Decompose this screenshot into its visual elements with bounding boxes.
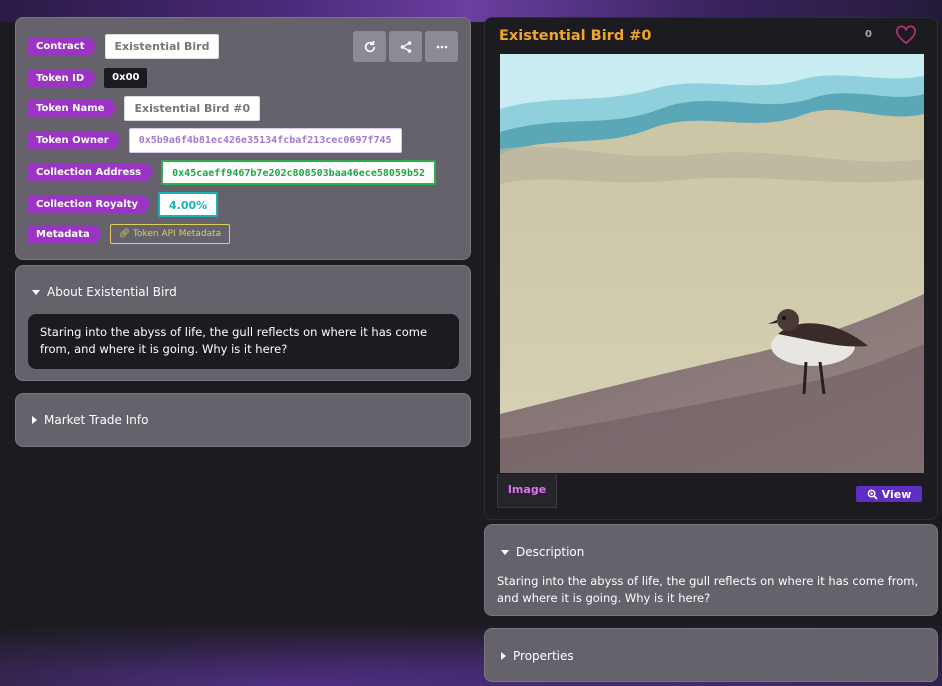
token-id-row: Token ID 0x00: [28, 67, 148, 89]
about-header[interactable]: About Existential Bird: [32, 285, 177, 299]
description-text: Staring into the abyss of life, the gull…: [497, 574, 919, 605]
view-button[interactable]: View: [856, 486, 922, 502]
metadata-link-label: Token API Metadata: [133, 229, 222, 239]
description-header-label: Description: [516, 545, 585, 559]
collection-address-value[interactable]: 0x45caeff9467b7e202c808503baa46ece58059b…: [161, 159, 437, 185]
caret-down-icon: [501, 549, 509, 555]
nft-title: Existential Bird #0: [499, 28, 652, 44]
zoom-icon: [867, 489, 878, 500]
toolbar: [353, 31, 458, 62]
more-button[interactable]: [425, 31, 458, 62]
token-name-tag: Token Name: [28, 99, 116, 118]
metadata-row: Metadata 🔗︎ Token API Metadata: [28, 223, 231, 245]
about-text: Staring into the abyss of life, the gull…: [28, 314, 459, 369]
properties-header-label: Properties: [513, 649, 574, 663]
nft-image[interactable]: [500, 54, 924, 473]
token-info-panel: Contract Existential Bird Token ID 0x00 …: [15, 17, 471, 260]
description-header[interactable]: Description: [501, 545, 584, 559]
heart-icon[interactable]: [895, 25, 917, 45]
caret-down-icon: [32, 289, 40, 295]
contract-row: Contract Existential Bird: [28, 33, 220, 59]
token-name-row: Token Name Existential Bird #0: [28, 95, 261, 121]
view-button-label: View: [881, 487, 912, 501]
collection-address-row: Collection Address 0x45caeff9467b7e202c8…: [28, 159, 437, 185]
contract-tag: Contract: [28, 37, 97, 56]
link-icon: 🔗︎: [118, 229, 133, 239]
share-icon: [400, 40, 411, 53]
description-panel: Description Staring into the abyss of li…: [484, 524, 938, 616]
token-id-tag: Token ID: [28, 69, 96, 88]
more-icon: [436, 45, 447, 48]
collection-royalty-tag: Collection Royalty: [28, 195, 150, 214]
share-button[interactable]: [389, 31, 422, 62]
properties-header[interactable]: Properties: [501, 649, 574, 663]
properties-panel: Properties: [484, 628, 938, 682]
refresh-icon: [364, 40, 375, 52]
market-header-label: Market Trade Info: [44, 413, 149, 427]
caret-right-icon: [501, 652, 506, 660]
about-collection-panel: About Existential Bird Staring into the …: [15, 265, 471, 381]
metadata-link[interactable]: 🔗︎ Token API Metadata: [109, 224, 231, 244]
about-header-label: About Existential Bird: [47, 285, 177, 299]
metadata-tag: Metadata: [28, 225, 102, 244]
refresh-button[interactable]: [353, 31, 386, 62]
market-trade-info-panel: Market Trade Info: [15, 393, 471, 447]
caret-right-icon: [32, 416, 37, 424]
contract-value[interactable]: Existential Bird: [104, 33, 220, 59]
market-header[interactable]: Market Trade Info: [32, 413, 148, 427]
collection-address-tag: Collection Address: [28, 163, 153, 182]
like-count: 0: [865, 29, 872, 40]
token-owner-value[interactable]: 0x5b9a6f4b81ec426e35134fcbaf213cec0697f7…: [128, 127, 402, 153]
tab-image[interactable]: Image: [497, 474, 557, 508]
token-name-value: Existential Bird #0: [124, 95, 261, 121]
token-owner-row: Token Owner 0x5b9a6f4b81ec426e35134fcbaf…: [28, 127, 402, 153]
collection-royalty-value: 4.00%: [158, 191, 219, 217]
nft-preview-panel: Existential Bird #0 0 Image View: [484, 17, 938, 520]
beach-bird-image: [500, 54, 924, 473]
token-owner-tag: Token Owner: [28, 131, 121, 150]
token-id-value: 0x00: [104, 68, 148, 88]
collection-royalty-row: Collection Royalty 4.00%: [28, 191, 219, 217]
